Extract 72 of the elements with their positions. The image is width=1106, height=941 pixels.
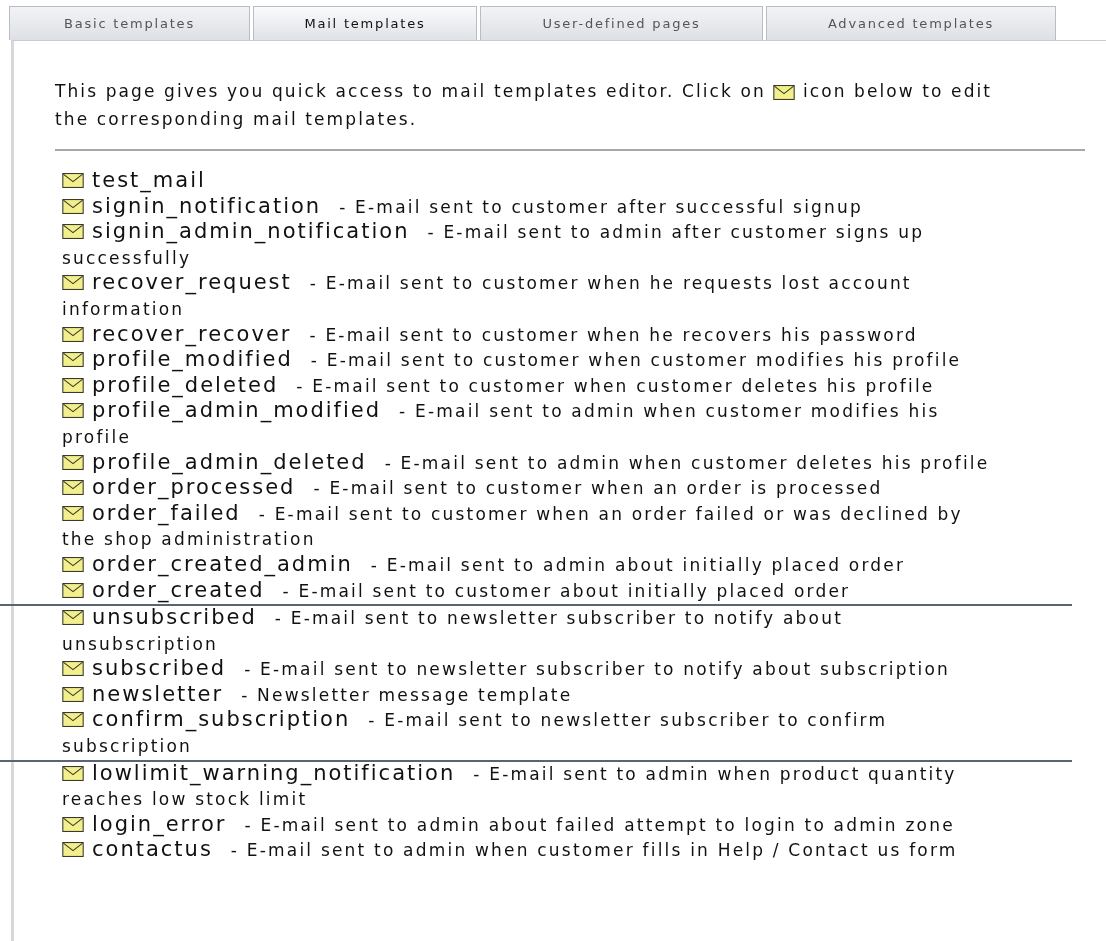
- template-link[interactable]: login_error: [92, 811, 227, 836]
- template-link[interactable]: newsletter: [92, 681, 224, 706]
- template-description: - E-mail sent to customer after successful signup: [339, 196, 863, 217]
- template-description: - E-mail sent to customer about initially placed order: [282, 580, 851, 601]
- template-link[interactable]: signin_admin_notification: [92, 219, 410, 244]
- template-description: subscription: [62, 736, 193, 757]
- template-description: - E-mail sent to admin when product quantity: [473, 763, 957, 784]
- envelope-icon[interactable]: [62, 765, 84, 781]
- envelope-icon[interactable]: [62, 352, 84, 368]
- envelope-icon[interactable]: [62, 686, 84, 702]
- template-description: reaches low stock limit: [62, 789, 308, 810]
- template-description: - E-mail sent to admin when customer modifies his: [399, 401, 940, 422]
- template-description: profile: [62, 426, 132, 447]
- template-link[interactable]: profile_admin_deleted: [92, 449, 367, 474]
- envelope-icon[interactable]: [62, 816, 84, 832]
- envelope-icon[interactable]: [62, 661, 84, 677]
- template-link[interactable]: order_processed: [92, 475, 296, 500]
- intro-text: This page gives you quick access to mail templates editor. Click on icon below to edit the corresponding mail templates.: [55, 80, 994, 131]
- template-description: - E-mail sent to newsletter subscriber to confirm: [368, 710, 888, 731]
- template-description: information: [62, 298, 185, 319]
- envelope-icon[interactable]: [62, 173, 84, 188]
- template-description: - E-mail sent to newsletter subscriber to notify about subscription: [244, 659, 951, 680]
- template-description: - E-mail sent to customer when customer deletes his profile: [296, 375, 935, 396]
- envelope-icon[interactable]: [62, 454, 84, 470]
- template-link[interactable]: profile_modified: [92, 347, 293, 372]
- envelope-icon[interactable]: [62, 275, 84, 291]
- template-link[interactable]: subscribed: [92, 656, 227, 681]
- template-description: - E-mail sent to customer when an order failed or was declined by: [258, 503, 963, 524]
- envelope-icon[interactable]: [62, 198, 84, 214]
- envelope-icon: [773, 85, 796, 100]
- template-link[interactable]: lowlimit_warning_notification: [92, 760, 456, 785]
- envelope-icon[interactable]: [62, 377, 84, 393]
- envelope-icon[interactable]: [62, 505, 84, 521]
- envelope-icon[interactable]: [62, 610, 84, 626]
- template-link[interactable]: order_created: [92, 577, 265, 602]
- template-description: - E-mail sent to customer when he recovers his password: [309, 324, 918, 345]
- tab[interactable]: Basic templates: [9, 6, 250, 40]
- template-link[interactable]: contactus: [92, 837, 213, 862]
- template-description: successfully: [62, 247, 192, 268]
- template-description: - E-mail sent to customer when he requests lost account: [309, 273, 912, 294]
- envelope-icon[interactable]: [62, 403, 84, 419]
- template-description: unsubscription: [62, 633, 219, 654]
- template-description: - E-mail sent to admin about failed attempt to login to admin zone: [244, 814, 955, 835]
- template-link[interactable]: profile_deleted: [92, 372, 279, 397]
- template-description: - E-mail sent to admin when customer deletes his profile: [384, 452, 990, 473]
- envelope-icon[interactable]: [62, 556, 84, 572]
- template-description: - E-mail sent to admin when customer fills in Help / Contact us form: [230, 840, 958, 861]
- template-description: - Newsletter message template: [241, 684, 573, 705]
- template-link[interactable]: profile_admin_modified: [92, 398, 382, 423]
- envelope-icon[interactable]: [62, 842, 84, 858]
- template-link[interactable]: order_failed: [92, 500, 241, 525]
- tab[interactable]: Mail templates: [253, 6, 477, 40]
- template-description: the shop administration: [62, 529, 316, 550]
- envelope-icon[interactable]: [62, 224, 84, 240]
- template-link[interactable]: confirm_subscription: [92, 707, 351, 732]
- envelope-icon[interactable]: [62, 480, 84, 496]
- envelope-icon[interactable]: [62, 582, 84, 598]
- template-description: - E-mail sent to admin about initially placed order: [370, 554, 906, 575]
- template-description: - E-mail sent to newsletter subscriber to notify about: [274, 608, 843, 629]
- template-link[interactable]: recover_recover: [92, 321, 292, 346]
- template-link[interactable]: unsubscribed: [92, 605, 257, 630]
- template-description: - E-mail sent to customer when customer modifies his profile: [310, 350, 962, 371]
- tab[interactable]: Advanced templates: [766, 6, 1056, 40]
- template-description: - E-mail sent to customer when an order is processed: [313, 478, 883, 499]
- tab[interactable]: User-defined pages: [480, 6, 763, 40]
- template-link[interactable]: test_mail: [92, 168, 206, 192]
- template-link[interactable]: recover_request: [92, 270, 292, 295]
- template-link[interactable]: signin_notification: [92, 193, 322, 218]
- template-description: - E-mail sent to admin after customer signs up: [427, 222, 925, 243]
- envelope-icon[interactable]: [62, 326, 84, 342]
- template-link[interactable]: order_created_admin: [92, 551, 353, 576]
- envelope-icon[interactable]: [62, 712, 84, 728]
